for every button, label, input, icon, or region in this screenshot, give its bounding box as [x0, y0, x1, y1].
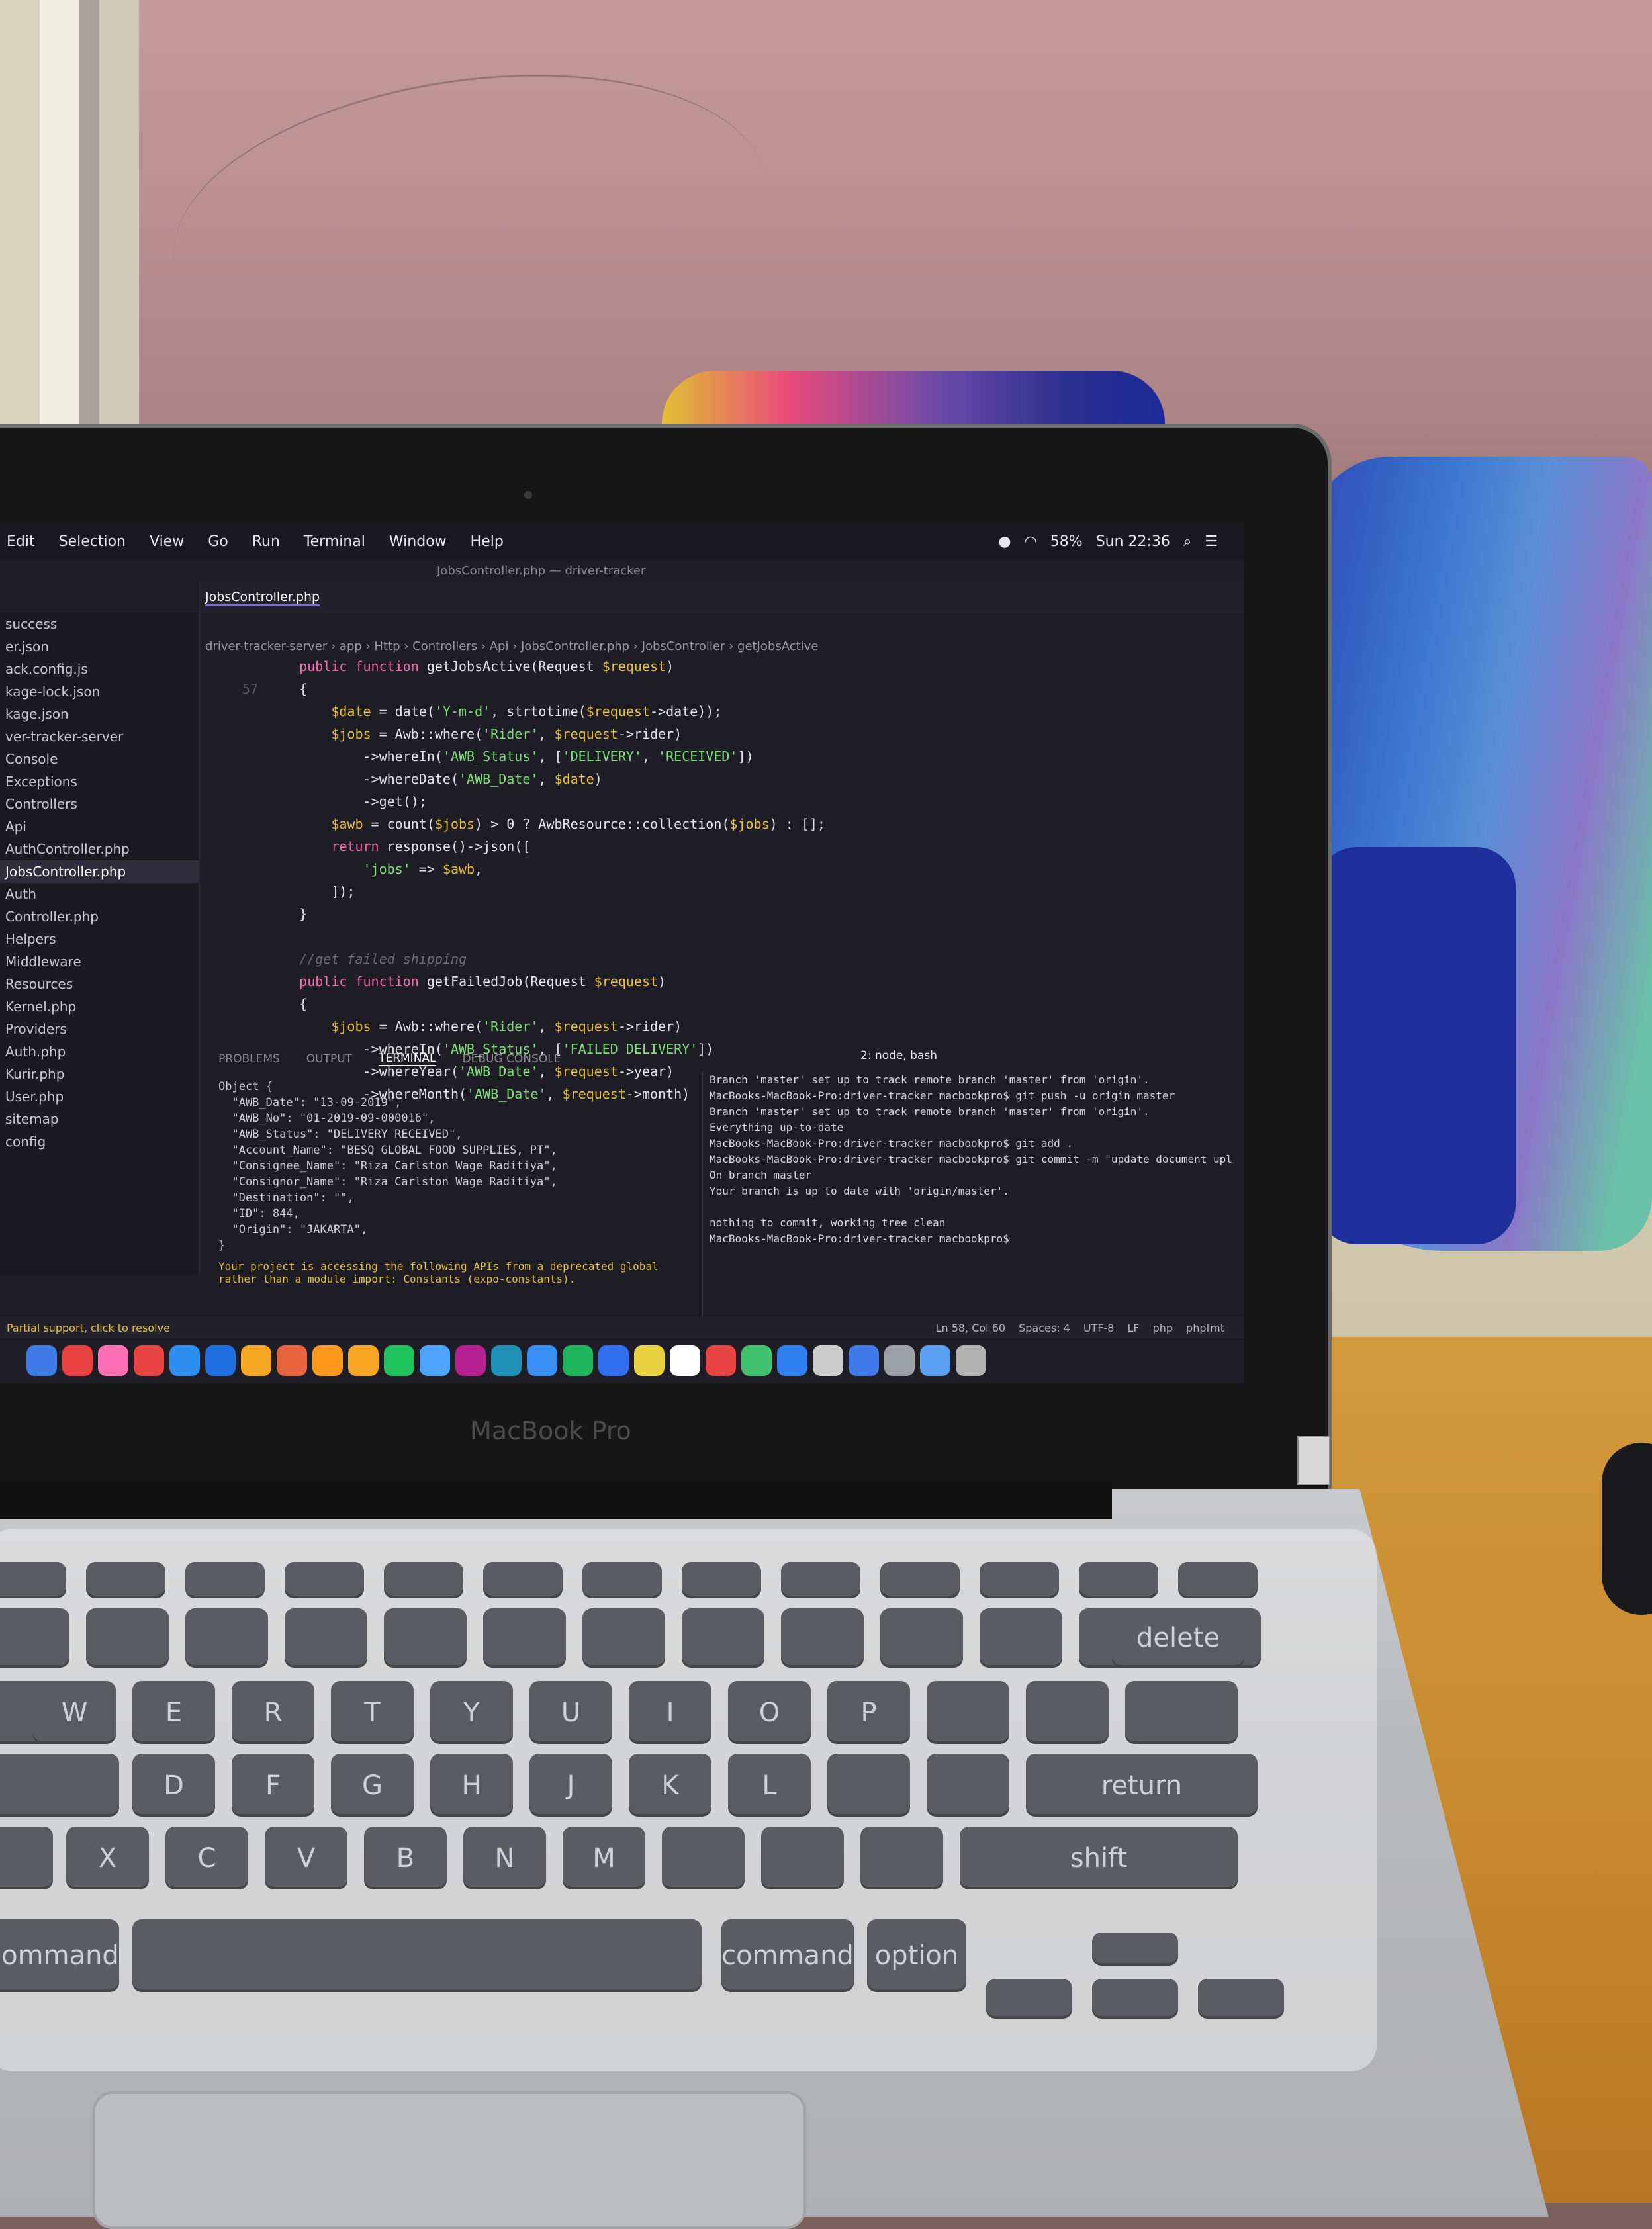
function-key[interactable]	[0, 1562, 66, 1598]
period-key[interactable]	[761, 1827, 844, 1889]
keyboard: delete W E R T Y U I O P D F G H J K Lreturn X C V B N Mshift c…	[0, 0, 1652, 2203]
number-key[interactable]	[86, 1608, 169, 1668]
function-key[interactable]	[880, 1562, 960, 1598]
key-r[interactable]: R	[232, 1681, 314, 1744]
function-key[interactable]	[781, 1562, 860, 1598]
caps-lock-key[interactable]	[0, 1754, 119, 1817]
key-h[interactable]: H	[430, 1754, 513, 1817]
key-y[interactable]: Y	[430, 1681, 513, 1744]
arrow-down-key[interactable]	[1092, 1979, 1178, 2019]
key-t[interactable]: T	[331, 1681, 414, 1744]
number-key[interactable]	[185, 1608, 268, 1668]
function-key[interactable]	[285, 1562, 364, 1598]
key-c[interactable]: C	[165, 1827, 248, 1889]
key-v[interactable]: V	[265, 1827, 347, 1889]
key-b[interactable]: B	[364, 1827, 447, 1889]
function-key[interactable]	[682, 1562, 761, 1598]
semicolon-key[interactable]	[827, 1754, 910, 1817]
function-key[interactable]	[1178, 1562, 1258, 1598]
number-key[interactable]	[781, 1608, 864, 1668]
trackpad[interactable]	[93, 2091, 806, 2229]
arrow-left-key[interactable]	[986, 1979, 1072, 2019]
command-key-right[interactable]: command	[721, 1919, 854, 1992]
arrow-up-key[interactable]	[1092, 1933, 1178, 1966]
function-key[interactable]	[185, 1562, 265, 1598]
key-e[interactable]: E	[132, 1681, 215, 1744]
number-key[interactable]	[384, 1608, 467, 1668]
number-key[interactable]	[582, 1608, 665, 1668]
number-key[interactable]	[880, 1608, 963, 1668]
key-d[interactable]: D	[132, 1754, 215, 1817]
quote-key[interactable]	[927, 1754, 1009, 1817]
delete-key[interactable]: delete	[1112, 1608, 1244, 1668]
bracket-key[interactable]	[927, 1681, 1009, 1744]
function-key[interactable]	[980, 1562, 1059, 1598]
key-p[interactable]: P	[827, 1681, 910, 1744]
number-key[interactable]	[0, 1608, 69, 1668]
option-key[interactable]: option	[867, 1919, 966, 1992]
number-key[interactable]	[285, 1608, 367, 1668]
comma-key[interactable]	[662, 1827, 745, 1889]
arrow-right-key[interactable]	[1198, 1979, 1284, 2019]
return-key[interactable]: return	[1026, 1754, 1258, 1817]
space-bar[interactable]	[132, 1919, 702, 1992]
function-key[interactable]	[86, 1562, 165, 1598]
number-key[interactable]	[980, 1608, 1062, 1668]
backslash-key[interactable]	[1125, 1681, 1238, 1744]
key-f[interactable]: F	[232, 1754, 314, 1817]
key-k[interactable]: K	[629, 1754, 711, 1817]
shift-key-right[interactable]: shift	[960, 1827, 1238, 1889]
number-key[interactable]	[483, 1608, 566, 1668]
key-m[interactable]: M	[563, 1827, 645, 1889]
key-g[interactable]: G	[331, 1754, 414, 1817]
key-w[interactable]: W	[33, 1681, 116, 1744]
shift-key-left[interactable]	[0, 1827, 53, 1889]
key-n[interactable]: N	[463, 1827, 546, 1889]
function-key[interactable]	[483, 1562, 563, 1598]
bracket-key[interactable]	[1026, 1681, 1109, 1744]
number-key[interactable]	[682, 1608, 764, 1668]
function-key[interactable]	[1079, 1562, 1158, 1598]
slash-key[interactable]	[860, 1827, 943, 1889]
key-o[interactable]: O	[728, 1681, 811, 1744]
key-x[interactable]: X	[66, 1827, 149, 1889]
key-i[interactable]: I	[629, 1681, 711, 1744]
function-key[interactable]	[582, 1562, 662, 1598]
key-u[interactable]: U	[529, 1681, 612, 1744]
command-key-left[interactable]: command	[0, 1919, 119, 1992]
key-j[interactable]: J	[529, 1754, 612, 1817]
function-key[interactable]	[384, 1562, 463, 1598]
key-l[interactable]: L	[728, 1754, 811, 1817]
